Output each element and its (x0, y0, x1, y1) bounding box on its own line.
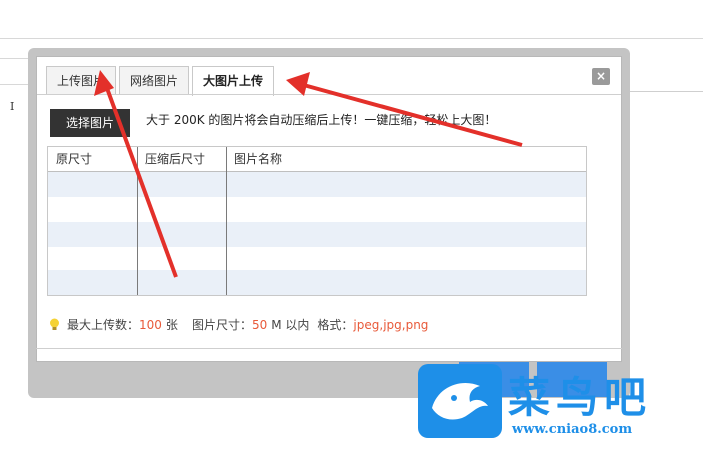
tab-upload-image[interactable]: 上传图片 (46, 66, 117, 95)
format-value: jpeg,jpg,png (353, 317, 429, 332)
max-upload-label: 最大上传数： (67, 318, 140, 332)
size-limit-value: 50 (251, 317, 268, 332)
column-divider (137, 147, 138, 295)
table-row (48, 270, 586, 295)
dialog-footer-divider (36, 348, 622, 349)
table-row (48, 247, 586, 272)
header-original-size: 原尺寸 (56, 152, 93, 166)
dialog-tabs: 上传图片 网络图片 大图片上传 (46, 66, 277, 96)
column-divider (226, 147, 227, 295)
header-compressed-size: 压缩后尺寸 (145, 152, 206, 166)
upload-table: 原尺寸 压缩后尺寸 图片名称 (47, 146, 587, 296)
size-limit-label: 图片尺寸： (191, 318, 252, 332)
size-limit-unit: M 以内 (271, 318, 310, 332)
table-row (48, 197, 586, 222)
upload-limits: 最大上传数： 100 张 图片尺寸： 50 M 以内 格式： jpeg,jpg,… (48, 316, 428, 333)
brand-url: www.cniao8.com (512, 422, 633, 437)
max-upload-value: 100 (139, 317, 162, 332)
tab-underline (37, 94, 621, 95)
editor-toolbar-border (0, 38, 703, 39)
close-icon[interactable]: × (592, 68, 610, 85)
table-row (48, 172, 586, 197)
compression-hint: 大于 200K 的图片将会自动压缩后上传！一键压缩，轻松上大图！ (146, 113, 497, 127)
header-image-name: 图片名称 (234, 152, 283, 166)
lightbulb-icon (50, 318, 59, 330)
editor-divider (620, 91, 703, 92)
max-upload-unit: 张 (165, 318, 178, 332)
table-row (48, 222, 586, 247)
table-header: 原尺寸 压缩后尺寸 图片名称 (48, 147, 586, 172)
format-label: 格式： (317, 318, 354, 332)
brand-name: 菜鸟吧 (508, 373, 653, 422)
tab-large-image-upload[interactable]: 大图片上传 (192, 66, 275, 96)
italic-button[interactable]: I (10, 100, 14, 113)
tab-web-image[interactable]: 网络图片 (119, 66, 190, 95)
choose-image-button[interactable]: 选择图片 (50, 109, 130, 137)
brand-logo-icon (418, 364, 502, 438)
